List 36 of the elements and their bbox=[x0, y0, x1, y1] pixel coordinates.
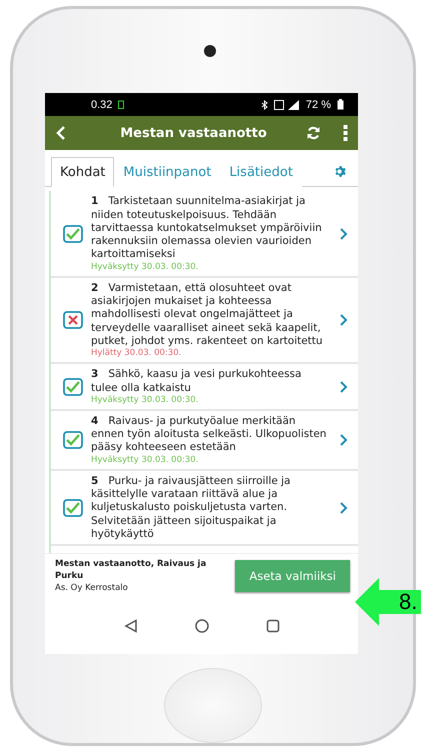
header-title: Mestan vastaanotto bbox=[119, 126, 268, 141]
more-menu-button[interactable] bbox=[343, 125, 348, 142]
checklist-item[interactable]: 5 Purku- ja raivausjätteen siirroille ja käsittelylle varataan riittävä alue ja kuljetuskalusto poiskuljetusta varten. Selvitetään jätteen sijoituspaikat ja hyötykäyttö bbox=[51, 470, 358, 546]
bluetooth-icon bbox=[260, 100, 268, 110]
item-status: Hyväksytty 30.03. 00:30. bbox=[91, 454, 200, 466]
chevron-right-icon bbox=[339, 380, 348, 394]
checklist-item[interactable] bbox=[51, 278, 358, 364]
settings-button[interactable] bbox=[333, 165, 346, 178]
nav-recents-icon[interactable] bbox=[266, 619, 280, 634]
arrow-left-icon bbox=[355, 578, 421, 626]
chevron-right-icon bbox=[339, 226, 348, 241]
item-status: Hylätty 30.03. 00:30. bbox=[91, 348, 182, 360]
chevron-right-icon bbox=[339, 500, 348, 515]
battery-icon bbox=[337, 99, 344, 110]
footer-title: Mestan vastaanotto, Raivaus ja Purku bbox=[55, 558, 208, 582]
battery-charging-icon bbox=[118, 100, 124, 110]
item-status: Hyväksytty 30.03. 00:30. bbox=[91, 394, 200, 406]
signal-icon bbox=[274, 100, 300, 110]
refresh-button[interactable] bbox=[306, 126, 321, 140]
chevron-right-icon bbox=[339, 433, 348, 448]
back-button[interactable] bbox=[55, 125, 67, 142]
tab[interactable]: Kohdat bbox=[51, 157, 114, 188]
footer-subtitle: As. Oy Kerrostalo bbox=[55, 582, 129, 594]
item-text: 1 Tarkistetaan suunnitelma-asiakirjat ja niiden toteutuskelpoisuus. Tehdään tarvittaessa kuntokatselmukset ympäröiviin rakennuksiin olemassa olevien vaurioiden kartoittamiseksi bbox=[91, 195, 323, 262]
step-label: 8. bbox=[399, 589, 418, 615]
camera-dot bbox=[204, 45, 216, 58]
chevron-right-icon bbox=[339, 313, 348, 328]
status-time: 0.32 bbox=[91, 98, 112, 111]
item-text: 3 Sähkö, kaasu ja vesi purkukohteessa tulee olla katkaistu bbox=[91, 368, 302, 395]
item-text: 4 Raivaus- ja purkutyöalue merkitään ennen työn aloitusta selkeästi. Ulkopuolisten pääsy kohteeseen estetään bbox=[91, 414, 328, 455]
item-status: Hyväksytty 30.03. 00:30. bbox=[91, 262, 200, 273]
item-text: 2 Varmistetaan, että olosuhteet ovat asiakirjojen mukaiset ja kohteessa mahdollisesti olevat ongelmajätteet ja terveydelle vaaralliset aineet sekä kaapelit, putket, johdot yms. rakenteet on kartoitettu bbox=[91, 282, 324, 348]
battery-percent: 72 % bbox=[306, 98, 331, 111]
nav-back-icon[interactable] bbox=[124, 619, 138, 634]
nav-home-icon[interactable] bbox=[194, 619, 208, 634]
item-text: 5 Purku- ja raivausjätteen siirroille ja käsittelylle varataan riittävä alue ja kuljetuskalusto poiskuljetusta varten. Selvitetään jätteen sijoituspaikat ja hyötykäyttö bbox=[91, 474, 292, 542]
